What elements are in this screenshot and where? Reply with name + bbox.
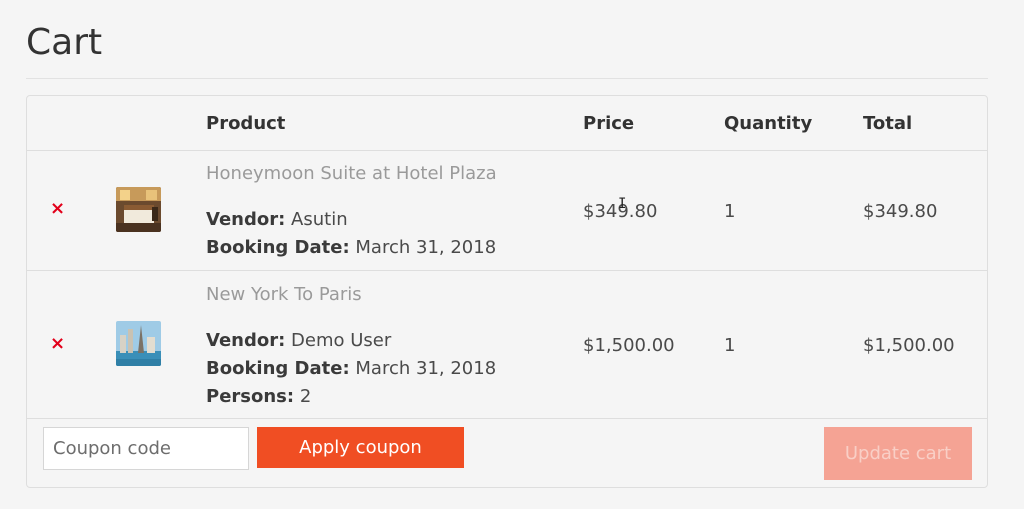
product-link[interactable]: Honeymoon Suite at Hotel Plaza: [206, 163, 497, 184]
item-total: $1,500.00: [863, 335, 955, 356]
product-meta: Vendor: Asutin Booking Date: March 31, 2…: [206, 206, 496, 262]
remove-item-icon[interactable]: ×: [50, 200, 65, 218]
header-price: Price: [583, 113, 635, 134]
booking-date-value: March 31, 2018: [355, 358, 497, 379]
booking-date-label: Booking Date:: [206, 237, 350, 258]
paris-skyline-image[interactable]: [116, 321, 161, 366]
apply-coupon-button[interactable]: Apply coupon: [257, 427, 464, 468]
coupon-code-input[interactable]: [43, 427, 249, 470]
item-quantity[interactable]: 1: [724, 335, 735, 356]
cart-table: Product Price Quantity Total × Honeymoon…: [26, 95, 988, 488]
product-meta: Vendor: Demo User Booking Date: March 31…: [206, 327, 496, 411]
item-quantity[interactable]: 1: [724, 201, 735, 222]
product-link[interactable]: New York To Paris: [206, 284, 362, 305]
booking-date-label: Booking Date:: [206, 358, 350, 379]
header-divider: [27, 150, 987, 151]
persons-value: 2: [299, 386, 312, 407]
header-quantity: Quantity: [724, 113, 813, 134]
row-divider: [27, 418, 987, 419]
row-divider: [27, 270, 987, 271]
hotel-room-image[interactable]: [116, 187, 161, 232]
remove-item-icon[interactable]: ×: [50, 335, 65, 353]
item-price: $1,500.00: [583, 335, 675, 356]
header-product: Product: [206, 113, 286, 134]
vendor-label: Vendor:: [206, 330, 286, 351]
header-total: Total: [863, 113, 913, 134]
persons-label: Persons:: [206, 386, 295, 407]
text-cursor-icon: I: [618, 196, 627, 212]
update-cart-button[interactable]: Update cart: [824, 427, 972, 480]
vendor-value: Demo User: [291, 330, 392, 351]
vendor-label: Vendor:: [206, 209, 286, 230]
page-title: Cart: [26, 22, 103, 63]
title-divider: [26, 78, 988, 79]
booking-date-value: March 31, 2018: [355, 237, 497, 258]
vendor-value: Asutin: [291, 209, 348, 230]
item-total: $349.80: [863, 201, 938, 222]
